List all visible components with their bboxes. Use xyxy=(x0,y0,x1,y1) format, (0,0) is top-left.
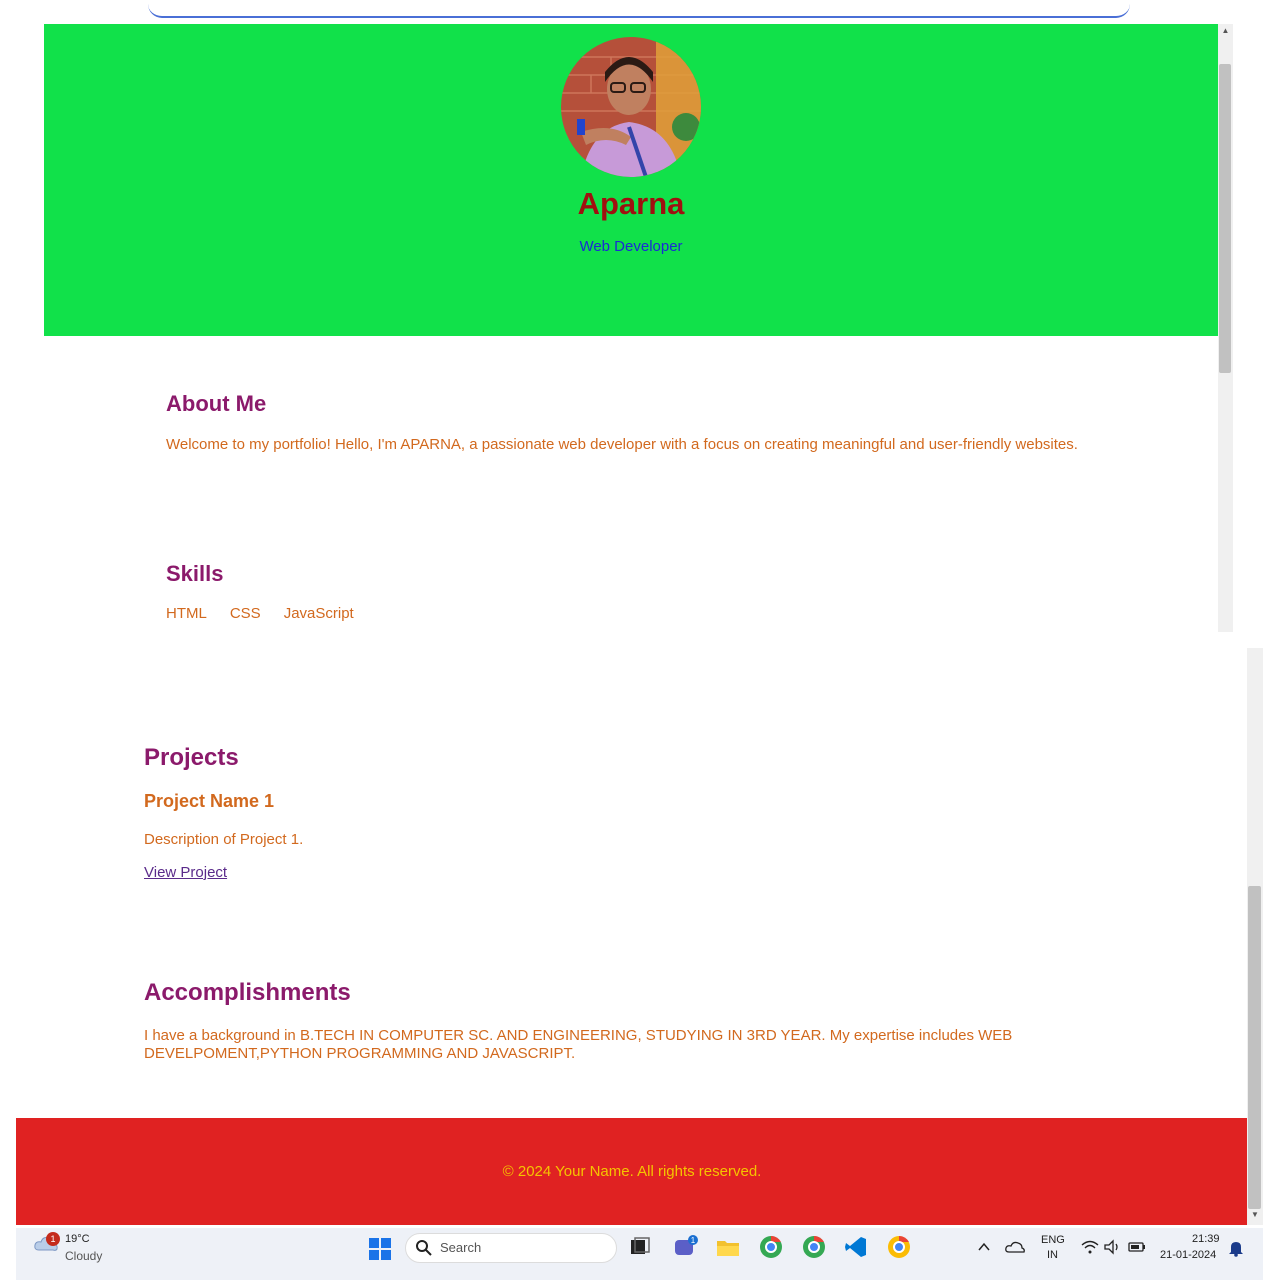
task-view-icon[interactable] xyxy=(627,1234,653,1260)
accomplishments-text: I have a background in B.TECH IN COMPUTE… xyxy=(144,1027,1013,1062)
footer-copyright: © 2024 Your Name. All rights reserved. xyxy=(502,1163,762,1180)
weather-temp[interactable]: 19°C xyxy=(65,1233,90,1245)
onedrive-icon[interactable] xyxy=(1005,1238,1025,1256)
about-heading: About Me xyxy=(166,391,267,416)
avatar-photo xyxy=(561,37,701,177)
skill-item: JavaScript xyxy=(283,605,354,622)
weather-condition[interactable]: Cloudy xyxy=(65,1249,102,1263)
project-description: Description of Project 1. xyxy=(144,831,304,848)
chrome-icon[interactable] xyxy=(801,1234,827,1260)
project-name: Project Name 1 xyxy=(144,791,275,811)
taskbar-search-input[interactable] xyxy=(405,1233,617,1263)
skill-item: HTML xyxy=(166,605,207,622)
browser-top-edge xyxy=(148,0,1130,18)
chat-icon[interactable]: 1 xyxy=(672,1234,698,1260)
scroll-up-arrow-icon[interactable]: ▲ xyxy=(1218,26,1233,38)
language-indicator[interactable]: ENG xyxy=(1041,1234,1065,1246)
vscode-icon[interactable] xyxy=(843,1234,869,1260)
profile-role: Web Developer xyxy=(579,238,683,255)
clock-time[interactable]: 21:39 xyxy=(1192,1233,1220,1245)
chevron-up-icon[interactable] xyxy=(975,1238,993,1256)
scroll-down-arrow-icon[interactable]: ▼ xyxy=(1247,1210,1263,1222)
chat-badge: 1 xyxy=(691,1236,696,1245)
skill-item: CSS xyxy=(229,605,261,622)
clock-date[interactable]: 21-01-2024 xyxy=(1160,1249,1216,1261)
windows-start-icon[interactable] xyxy=(369,1238,391,1260)
search-icon xyxy=(416,1240,432,1256)
view-project-link[interactable]: View Project xyxy=(144,864,227,881)
search-label: Search xyxy=(440,1240,482,1255)
chrome-icon[interactable] xyxy=(886,1234,912,1260)
battery-icon[interactable] xyxy=(1127,1238,1147,1256)
notification-bell-icon[interactable] xyxy=(1228,1239,1244,1257)
volume-icon[interactable] xyxy=(1103,1238,1121,1256)
skills-list: HTML CSS JavaScript xyxy=(166,605,354,622)
page-scrollbar-thumb-2[interactable] xyxy=(1248,886,1261,1209)
avatar xyxy=(561,37,701,177)
about-text: Welcome to my portfolio! Hello, I'm APAR… xyxy=(166,436,1078,453)
page-scrollbar-thumb[interactable] xyxy=(1219,64,1231,373)
weather-badge: 1 xyxy=(46,1232,60,1246)
language-region[interactable]: IN xyxy=(1047,1249,1058,1261)
accomplishments-heading: Accomplishments xyxy=(144,979,351,1006)
skills-heading: Skills xyxy=(166,561,224,586)
projects-heading: Projects xyxy=(144,744,239,771)
wifi-icon[interactable] xyxy=(1080,1238,1100,1256)
profile-name: Aparna xyxy=(577,186,685,221)
chrome-icon[interactable] xyxy=(758,1234,784,1260)
folder-icon[interactable] xyxy=(715,1234,741,1260)
